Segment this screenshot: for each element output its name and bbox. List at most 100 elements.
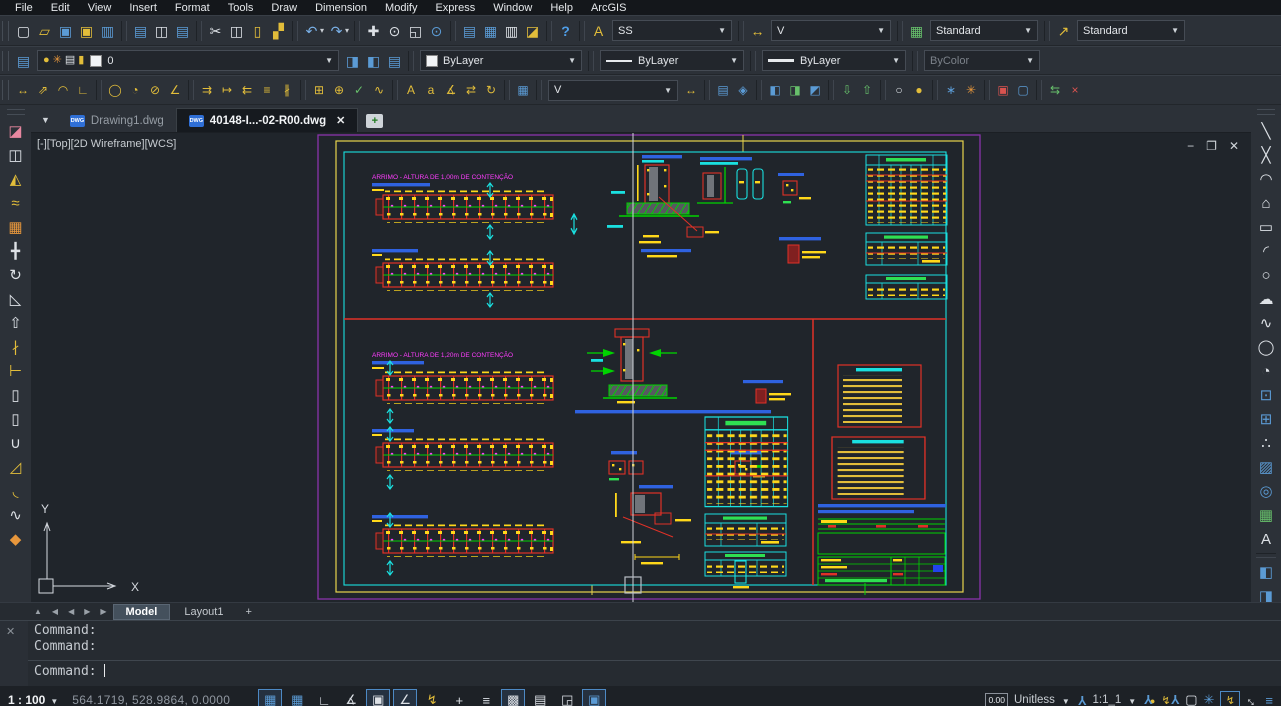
pan-icon[interactable]: ✚	[363, 20, 384, 41]
plot-preview-icon[interactable]: ◫	[151, 20, 172, 41]
bulb-off-icon[interactable]: ○	[889, 80, 909, 101]
toolbar-grip[interactable]	[1257, 109, 1275, 115]
auto-annotation-scale-icon[interactable]: ↯Y	[1161, 691, 1179, 706]
command-close-icon[interactable]: ✕	[6, 626, 15, 638]
break-pt-icon[interactable]: ▯	[4, 383, 28, 407]
zoom-realtime-icon[interactable]: ⊙	[384, 20, 405, 41]
status-menu-icon[interactable]: ≡	[1265, 693, 1273, 706]
text-style-combo[interactable]: SS▼	[612, 20, 732, 41]
viewport-scale[interactable]: 1 : 100	[8, 693, 45, 706]
ellipse-arc-icon[interactable]: ◔	[1254, 359, 1278, 383]
menu-express[interactable]: Express	[426, 2, 484, 14]
dim-edit-icon[interactable]: A	[401, 80, 421, 101]
stretch-icon[interactable]: ⇧	[4, 311, 28, 335]
insert-block-icon[interactable]: ⊡	[1254, 383, 1278, 407]
new-icon[interactable]: ▢	[13, 20, 34, 41]
save-as-icon[interactable]: ▣	[76, 20, 97, 41]
trim-icon[interactable]: ∤	[4, 335, 28, 359]
layer-combo[interactable]: ● ✳ ▤ ▮ 0 ▼	[37, 50, 339, 71]
revcloud-icon[interactable]: ☁	[1254, 287, 1278, 311]
jogged-icon[interactable]: ◔	[125, 80, 145, 101]
dim-style-combo[interactable]: V▼	[771, 20, 891, 41]
units-caret-icon[interactable]: ▼	[1062, 697, 1070, 706]
make-current-icon[interactable]: ◨	[342, 50, 363, 71]
polar-icon[interactable]: ∡	[339, 689, 363, 706]
linear-icon[interactable]: ↔	[13, 80, 33, 101]
lineweight-combo[interactable]: ByLayer▼	[762, 50, 906, 71]
hardware-acceleration-icon[interactable]: ↯	[1220, 691, 1240, 706]
drawing-canvas[interactable]: [-][Top][2D Wireframe][WCS] − ❐ ✕	[31, 133, 1251, 602]
spacing-icon[interactable]: ≡	[257, 80, 277, 101]
layer-on-icon[interactable]: ●	[43, 55, 50, 66]
menu-view[interactable]: View	[79, 2, 121, 14]
del-icon[interactable]: ×	[1065, 80, 1085, 101]
menu-arcgis[interactable]: ArcGIS	[582, 2, 635, 14]
batch-plot-icon[interactable]: ▤	[172, 20, 193, 41]
tab-nav-prev[interactable]: ◀	[64, 607, 78, 616]
snap-icon[interactable]: ▦	[258, 689, 282, 706]
doc-close-button[interactable]: ✕	[1229, 139, 1239, 153]
tab-list-menu[interactable]: ▼	[31, 115, 58, 132]
mirror-icon[interactable]: ◭	[4, 167, 28, 191]
publish-icon[interactable]: ▥	[97, 20, 118, 41]
isolate-icon[interactable]: ⇩	[837, 80, 857, 101]
layer-thaw-icon[interactable]: ✳	[53, 55, 62, 66]
rotate-icon[interactable]: ↻	[4, 263, 28, 287]
tool-palettes-icon[interactable]: ▥	[501, 20, 522, 41]
hatch-icon[interactable]: ▨	[1254, 455, 1278, 479]
new-tab-button[interactable]: +	[366, 114, 383, 128]
blend-icon[interactable]: ∿	[4, 503, 28, 527]
zoom-window-icon[interactable]: ◱	[405, 20, 426, 41]
current-obj-icon[interactable]: ◨	[785, 80, 805, 101]
table-style-combo[interactable]: Standard▼	[930, 20, 1038, 41]
tolerance-icon[interactable]: ⊞	[309, 80, 329, 101]
menu-file[interactable]: File	[6, 2, 42, 14]
bulb-on-icon[interactable]: ●	[909, 80, 929, 101]
osnap-icon[interactable]: ▣	[366, 689, 390, 706]
toolbar-grip[interactable]	[2, 21, 9, 41]
copy-icon[interactable]: ◫	[4, 143, 28, 167]
toolbar-grip[interactable]	[2, 80, 9, 100]
ortho-icon[interactable]: ∟	[312, 689, 336, 706]
scale-icon[interactable]: ◺	[4, 287, 28, 311]
dim-style-combo-2[interactable]: V▼	[548, 80, 678, 101]
qdim-icon[interactable]: ⇉	[197, 80, 217, 101]
color-combo[interactable]: ByLayer▼	[420, 50, 582, 71]
line-icon[interactable]: ╲	[1254, 119, 1278, 143]
dropdown-caret-icon[interactable]: ▾	[345, 26, 349, 35]
settings-gear-icon[interactable]: ✳	[1204, 692, 1215, 706]
ordinate-icon[interactable]: ∟	[73, 80, 93, 101]
tab-40148-active[interactable]: DWG 40148-I...-02-R00.dwg ✕	[176, 108, 359, 132]
dim-break-icon[interactable]: ∦	[277, 80, 297, 101]
tab-nav-up[interactable]: ▲	[30, 607, 46, 616]
layer-plot-icon[interactable]: ▤	[65, 55, 75, 66]
spline-icon[interactable]: ∿	[1254, 311, 1278, 335]
command-input[interactable]: Command:	[28, 660, 1281, 686]
menu-help[interactable]: Help	[541, 2, 582, 14]
dim-style-apply-icon[interactable]: ↔	[681, 80, 701, 101]
radius-icon[interactable]: ◯	[105, 80, 125, 101]
menu-draw[interactable]: Draw	[262, 2, 306, 14]
menu-tools[interactable]: Tools	[219, 2, 263, 14]
paste-icon[interactable]: ▯	[247, 20, 268, 41]
zoom-previous-icon[interactable]: ⊙	[426, 20, 447, 41]
doc-restore-button[interactable]: ❐	[1206, 139, 1217, 153]
layer-match-icon[interactable]: ◧	[765, 80, 785, 101]
tab-nav-next[interactable]: ▶	[80, 607, 94, 616]
rect-icon[interactable]: ▭	[1254, 215, 1278, 239]
linetype-combo[interactable]: ByLayer▼	[600, 50, 744, 71]
copy-layer-icon[interactable]: ◩	[805, 80, 825, 101]
annotation-scale-caret-icon[interactable]: ▼	[1128, 697, 1136, 706]
make-block-icon[interactable]: ⊞	[1254, 407, 1278, 431]
dyn-icon[interactable]: +	[447, 689, 471, 706]
aligned-icon[interactable]: ⇗	[33, 80, 53, 101]
arc-length-icon[interactable]: ◠	[53, 80, 73, 101]
tab-drawing1[interactable]: DWG Drawing1.dwg	[58, 109, 176, 132]
dropdown-caret-icon[interactable]: ▾	[320, 26, 324, 35]
layer-props-icon[interactable]: ▤	[13, 50, 34, 71]
unisolate-icon[interactable]: ⇧	[857, 80, 877, 101]
mleader-style-combo[interactable]: Standard▼	[1077, 20, 1185, 41]
fullscreen-icon[interactable]: ↔	[1243, 690, 1263, 706]
properties-icon[interactable]: ▤	[459, 20, 480, 41]
menu-modify[interactable]: Modify	[376, 2, 426, 14]
